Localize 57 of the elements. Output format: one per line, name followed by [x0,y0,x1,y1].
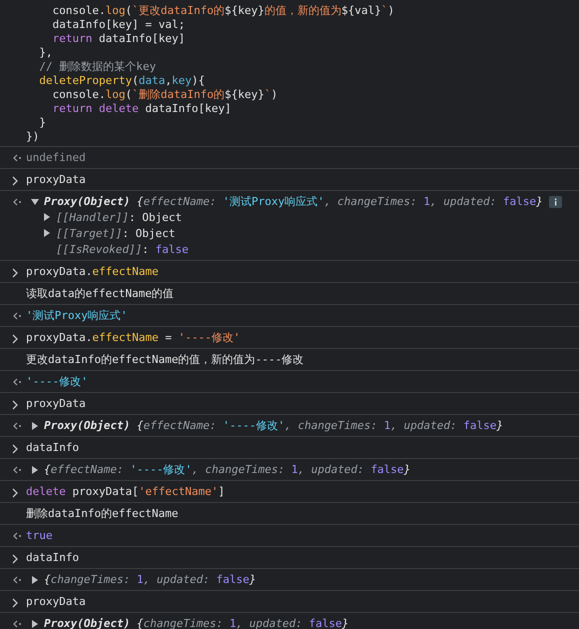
prompt-chevron-icon [12,334,19,344]
return-arrow-icon [12,198,22,206]
code-line: return dataInfo[key] [51,32,185,44]
code-line: }) [26,130,40,142]
return-arrow-icon [12,466,22,474]
return-arrow-icon [12,422,22,430]
result-text: Proxy(Object) {effectName: '测试Proxy响应式', changeTimes: 1, updated: false} [44,194,543,209]
expand-triangle-icon[interactable] [43,213,51,221]
return-arrow-icon [12,620,22,628]
command-text: proxyData.effectName [26,265,158,278]
command-text: proxyData [26,173,86,186]
code-line: console.log(`删除dataInfo的${key}`) [51,86,278,102]
return-arrow-icon [12,576,22,584]
command-text: proxyData.effectName = '----修改' [26,330,240,345]
code-line: }, [38,46,52,58]
code-line: // 删除数据的某个key [38,58,156,74]
return-arrow-icon [12,378,22,386]
expand-triangle-icon[interactable] [31,198,39,206]
command-text: proxyData [26,595,86,608]
return-arrow-icon [12,532,22,540]
prompt-chevron-icon [12,598,19,608]
log-message: 删除dataInfo的effectName [26,506,178,521]
property-line: [[Handler]]: Object [56,210,182,224]
command-text: dataInfo [26,551,79,564]
prompt-chevron-icon [12,554,19,564]
expand-triangle-icon[interactable] [31,422,39,430]
property-line: [[Target]]: Object [56,226,176,240]
prompt-chevron-icon [12,176,19,186]
code-line: return delete dataInfo[key] [51,102,232,114]
expand-triangle-icon[interactable] [31,620,39,628]
prompt-chevron-icon [12,400,19,410]
code-line: dataInfo[key] = val; [51,18,185,30]
expand-triangle-icon[interactable] [31,466,39,474]
log-message: 读取data的effectName的值 [26,286,174,301]
result-text: undefined [26,151,86,164]
expand-triangle-icon[interactable] [43,229,51,237]
result-text: {effectName: '----修改', changeTimes: 1, updated: false} [44,462,410,477]
code-line: console.log(`更改dataInfo的${key}的值，新的值为${val}`) [51,2,394,18]
result-text: '测试Proxy响应式' [26,308,128,323]
command-text: delete proxyData['effectName'] [26,485,225,498]
result-text: {changeTimes: 1, updated: false} [44,573,256,586]
result-text: '----修改' [26,374,88,389]
command-text: proxyData [26,397,86,410]
command-text: dataInfo [26,441,79,454]
return-arrow-icon [12,312,22,320]
prompt-chevron-icon [12,268,19,278]
expand-triangle-icon[interactable] [31,576,39,584]
result-text: Proxy(Object) {effectName: '----修改', changeTimes: 1, updated: false} [44,418,504,433]
code-line: deleteProperty(data,key){ [38,74,205,86]
prompt-chevron-icon [12,444,19,454]
property-line: [[IsRevoked]]: false [56,242,188,256]
result-text: Proxy(Object) {changeTimes: 1, updated: false} [44,617,349,629]
log-message: 更改dataInfo的effectName的值，新的值为----修改 [26,352,304,367]
result-text: true [26,529,52,542]
return-arrow-icon [12,154,22,162]
code-line: } [38,116,46,128]
prompt-chevron-icon [12,488,19,498]
